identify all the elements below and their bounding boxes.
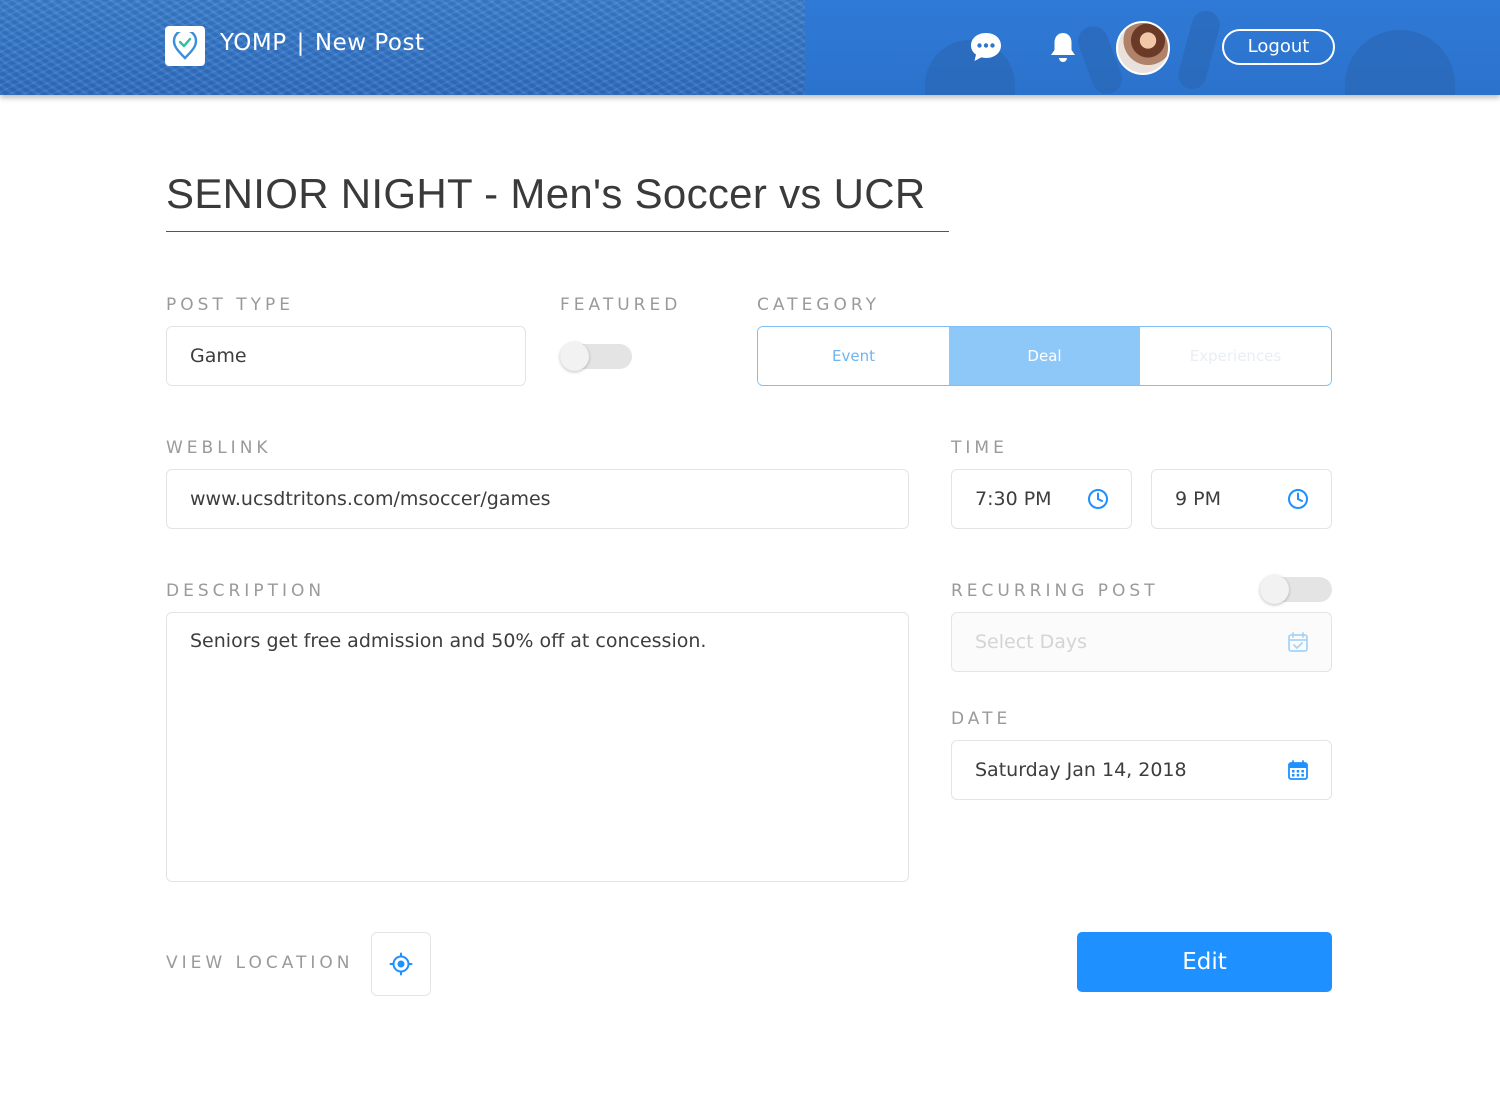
brand-name: YOMP xyxy=(220,30,287,56)
view-location-button[interactable] xyxy=(371,932,431,996)
end-time-value: 9 PM xyxy=(1175,488,1221,510)
weblink-value: www.ucsdtritons.com/msoccer/games xyxy=(190,488,551,510)
category-option-experiences[interactable]: Experiences xyxy=(1140,327,1331,385)
logout-button[interactable]: Logout xyxy=(1222,29,1335,65)
category-label: CATEGORY xyxy=(757,295,880,315)
featured-toggle[interactable] xyxy=(560,342,632,371)
description-value: Seniors get free admission and 50% off a… xyxy=(190,630,707,652)
description-label: DESCRIPTION xyxy=(166,581,326,601)
edit-button[interactable]: Edit xyxy=(1077,932,1332,992)
title-separator: | xyxy=(296,30,305,56)
featured-toggle-knob xyxy=(560,342,589,371)
date-label: DATE xyxy=(951,709,1012,729)
clock-icon[interactable] xyxy=(1087,488,1109,510)
clock-icon[interactable] xyxy=(1287,488,1309,510)
end-time-field[interactable]: 9 PM xyxy=(1151,469,1332,529)
yomp-logo-icon[interactable] xyxy=(165,26,205,66)
description-textarea[interactable]: Seniors get free admission and 50% off a… xyxy=(166,612,909,882)
calendar-check-icon xyxy=(1287,631,1309,653)
category-option-deal[interactable]: Deal xyxy=(949,327,1140,385)
post-type-label: POST TYPE xyxy=(166,295,294,315)
app-header: YOMP | New Post Logout xyxy=(0,0,1500,95)
recurring-toggle[interactable] xyxy=(1260,575,1332,604)
post-type-field[interactable]: Game xyxy=(166,326,526,386)
location-target-icon xyxy=(389,952,413,976)
post-type-value: Game xyxy=(190,345,247,367)
view-location-label: VIEW LOCATION xyxy=(166,953,354,973)
calendar-icon[interactable] xyxy=(1287,759,1309,781)
featured-label: FEATURED xyxy=(560,295,682,315)
weblink-field[interactable]: www.ucsdtritons.com/msoccer/games xyxy=(166,469,909,529)
recurring-post-label: RECURRING POST xyxy=(951,581,1159,601)
category-option-event[interactable]: Event xyxy=(758,327,949,385)
time-label: TIME xyxy=(951,438,1008,458)
page-name: New Post xyxy=(314,30,425,56)
category-segmented-control: Event Deal Experiences xyxy=(757,326,1332,386)
post-title[interactable]: SENIOR NIGHT - Men's Soccer vs UCR xyxy=(166,170,926,218)
select-days-placeholder: Select Days xyxy=(975,631,1088,653)
date-field[interactable]: Saturday Jan 14, 2018 xyxy=(951,740,1332,800)
recurring-toggle-knob xyxy=(1260,575,1289,604)
header-title: YOMP | New Post xyxy=(220,30,424,56)
start-time-field[interactable]: 7:30 PM xyxy=(951,469,1132,529)
title-underline xyxy=(166,231,949,232)
weblink-label: WEBLINK xyxy=(166,438,272,458)
bell-icon[interactable] xyxy=(1046,29,1080,65)
chat-icon[interactable] xyxy=(968,29,1004,65)
date-value: Saturday Jan 14, 2018 xyxy=(975,759,1187,781)
select-days-field[interactable]: Select Days xyxy=(951,612,1332,672)
avatar[interactable] xyxy=(1116,21,1170,75)
start-time-value: 7:30 PM xyxy=(975,488,1052,510)
